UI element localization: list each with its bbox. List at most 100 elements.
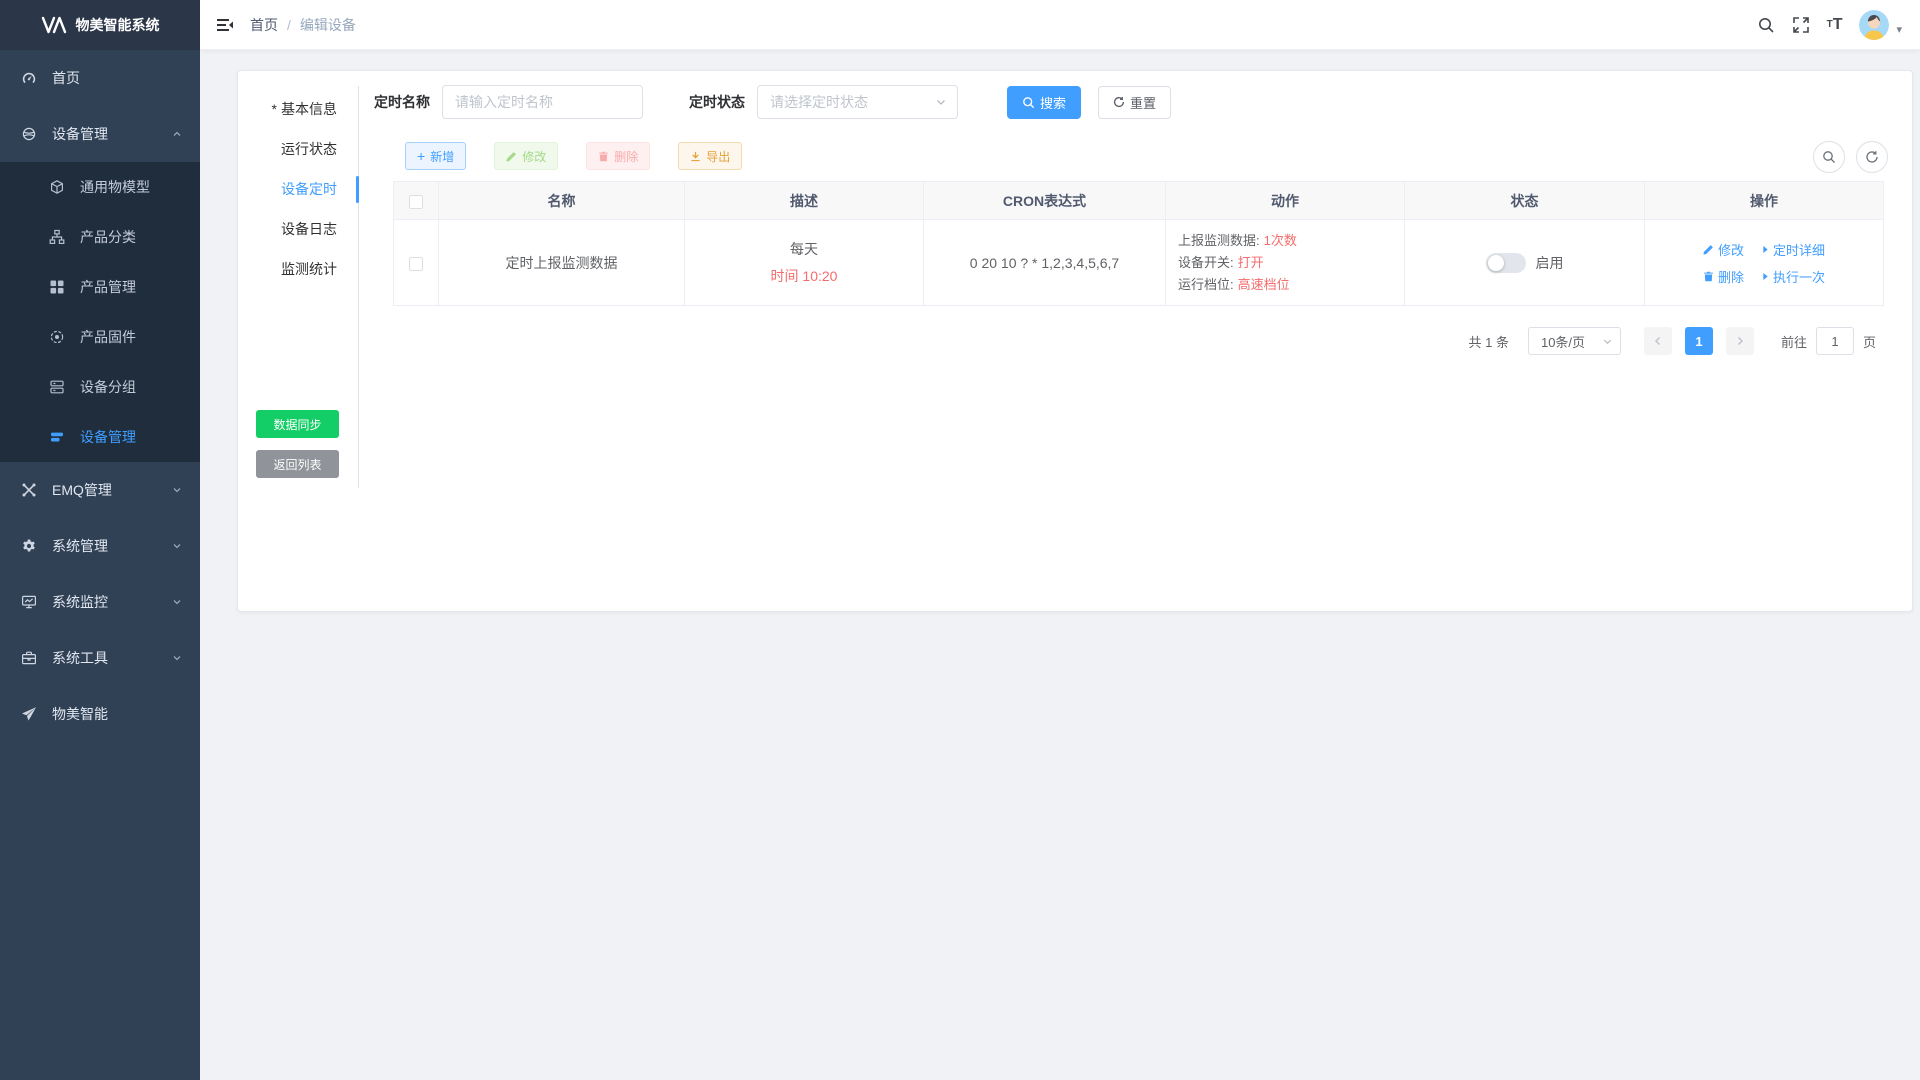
sidebar-item-label: 首页 (52, 68, 80, 88)
sidebar-item-thing-model[interactable]: 通用物模型 (0, 162, 200, 212)
search-icon (1022, 96, 1035, 109)
download-icon (690, 151, 701, 162)
caret-right-icon (1762, 245, 1769, 254)
chevron-up-icon (172, 129, 182, 139)
sidebar-item-home[interactable]: 首页 (0, 50, 200, 106)
sidebar-item-system-tools[interactable]: 系统工具 (0, 630, 200, 686)
table-header-row: 名称 描述 CRON表达式 动作 状态 操作 (394, 182, 1884, 220)
tab-label: 设备定时 (281, 181, 337, 197)
cell-status: 启用 (1405, 220, 1645, 306)
sidebar-item-product-category[interactable]: 产品分类 (0, 212, 200, 262)
sidebar-item-label: 产品管理 (80, 277, 136, 297)
select-all-checkbox[interactable] (409, 195, 423, 209)
page-unit-label: 页 (1863, 332, 1876, 351)
page-size-value: 10条/页 (1541, 332, 1585, 351)
sidebar-fold-icon[interactable] (215, 15, 235, 35)
page-size-select[interactable]: 10条/页 (1528, 327, 1621, 355)
status-label: 启用 (1536, 253, 1564, 273)
chevron-down-icon (172, 653, 182, 663)
sidebar-item-device-group[interactable]: 设备分组 (0, 362, 200, 412)
fullscreen-icon[interactable] (1792, 16, 1810, 34)
show-search-icon[interactable] (1813, 141, 1845, 173)
tab-device-timer[interactable]: 设备定时 (238, 169, 358, 209)
sidebar-item-label: 设备管理 (80, 427, 136, 447)
next-page-button[interactable] (1726, 327, 1754, 355)
sidebar-item-device-list[interactable]: 设备管理 (0, 412, 200, 462)
required-mark: * (272, 101, 277, 117)
trash-icon (1703, 271, 1714, 282)
row-timer-detail-link[interactable]: 定时详细 (1762, 240, 1825, 259)
timer-status-select[interactable]: 请选择定时状态 (757, 85, 958, 119)
table-toolbar: + 新增 修改 删除 导出 (405, 142, 742, 170)
device-edit-card: *基本信息 运行状态 设备定时 设备日志 监测统计 数据同步 返回列表 定时名称… (237, 70, 1913, 612)
breadcrumb-home[interactable]: 首页 (250, 15, 278, 35)
toolbox-icon (20, 650, 38, 666)
sidebar: 物美智能系统 首页 设备管理 通用物模型 产品分类 (0, 0, 200, 1080)
back-to-list-button[interactable]: 返回列表 (256, 450, 339, 478)
category-tree-icon (48, 229, 66, 245)
plus-icon: + (417, 149, 425, 163)
firmware-icon (48, 329, 66, 345)
tab-run-status[interactable]: 运行状态 (238, 129, 358, 169)
prev-page-button[interactable] (1644, 327, 1672, 355)
table-row: 定时上报监测数据 每天 时间 10:20 0 20 10 ? * 1,2,3,4… (394, 220, 1884, 306)
cube-icon (48, 179, 66, 195)
row-run-once-link[interactable]: 执行一次 (1762, 267, 1825, 286)
cell-operation: 修改 定时详细 删除 (1645, 220, 1884, 306)
avatar[interactable] (1859, 10, 1889, 40)
sidebar-item-label: 产品固件 (80, 327, 136, 347)
paper-plane-icon (20, 706, 38, 722)
desc-line2: 时间 10:20 (685, 266, 923, 286)
chevron-down-icon (172, 597, 182, 607)
tab-monitor-stats[interactable]: 监测统计 (238, 249, 358, 289)
top-navbar: 首页 / 编辑设备 TT ▾ (200, 0, 1920, 50)
sidebar-item-system-monitor[interactable]: 系统监控 (0, 574, 200, 630)
breadcrumb: 首页 / 编辑设备 (250, 15, 356, 35)
sidebar-item-emq[interactable]: EMQ管理 (0, 462, 200, 518)
refresh-table-icon[interactable] (1856, 141, 1888, 173)
user-menu[interactable]: ▾ (1859, 10, 1902, 40)
sidebar-item-product-mgmt[interactable]: 产品管理 (0, 262, 200, 312)
sidebar-item-wumei-smart[interactable]: 物美智能 (0, 686, 200, 742)
sidebar-item-label: 系统监控 (52, 592, 108, 612)
row-edit-link[interactable]: 修改 (1703, 240, 1744, 259)
col-name: 名称 (439, 182, 685, 220)
sidebar-item-product-firmware[interactable]: 产品固件 (0, 312, 200, 362)
timer-status-label: 定时状态 (689, 92, 745, 112)
row-checkbox[interactable] (409, 257, 423, 271)
sidebar-item-label: EMQ管理 (52, 480, 112, 500)
navbar-tools: TT ▾ (1757, 10, 1920, 40)
timer-name-input[interactable] (442, 85, 643, 119)
edit-button[interactable]: 修改 (494, 142, 558, 170)
cell-name: 定时上报监测数据 (439, 220, 685, 306)
add-button-label: 新增 (430, 148, 454, 165)
current-page-button[interactable]: 1 (1685, 327, 1713, 355)
delete-button[interactable]: 删除 (586, 142, 650, 170)
search-button[interactable]: 搜索 (1007, 86, 1081, 119)
sidebar-item-device-mgmt[interactable]: 设备管理 (0, 106, 200, 162)
export-button[interactable]: 导出 (678, 142, 742, 170)
search-button-label: 搜索 (1040, 93, 1066, 112)
edit-button-label: 修改 (522, 148, 546, 165)
search-icon[interactable] (1757, 16, 1775, 34)
data-sync-button[interactable]: 数据同步 (256, 410, 339, 438)
sidebar-item-label: 系统管理 (52, 536, 108, 556)
desc-line1: 每天 (685, 239, 923, 259)
action-label: 上报监测数据: (1178, 233, 1260, 248)
chevron-down-icon (1602, 336, 1613, 347)
sidebar-item-system-mgmt[interactable]: 系统管理 (0, 518, 200, 574)
sidebar-item-label: 系统工具 (52, 648, 108, 668)
font-size-icon[interactable]: TT (1827, 17, 1843, 33)
tab-basic-info[interactable]: *基本信息 (238, 89, 358, 129)
add-button[interactable]: + 新增 (405, 142, 466, 170)
status-toggle[interactable] (1486, 253, 1526, 273)
stack-icon (48, 379, 66, 395)
cell-action: 上报监测数据:1次数 设备开关:打开 运行档位:高速档位 (1166, 220, 1405, 306)
select-placeholder: 请选择定时状态 (770, 92, 868, 112)
row-delete-link[interactable]: 删除 (1703, 267, 1744, 286)
table-tools (1813, 141, 1888, 173)
col-cron: CRON表达式 (924, 182, 1166, 220)
goto-page-input[interactable] (1816, 327, 1854, 355)
tab-device-log[interactable]: 设备日志 (238, 209, 358, 249)
reset-button[interactable]: 重置 (1098, 86, 1171, 119)
